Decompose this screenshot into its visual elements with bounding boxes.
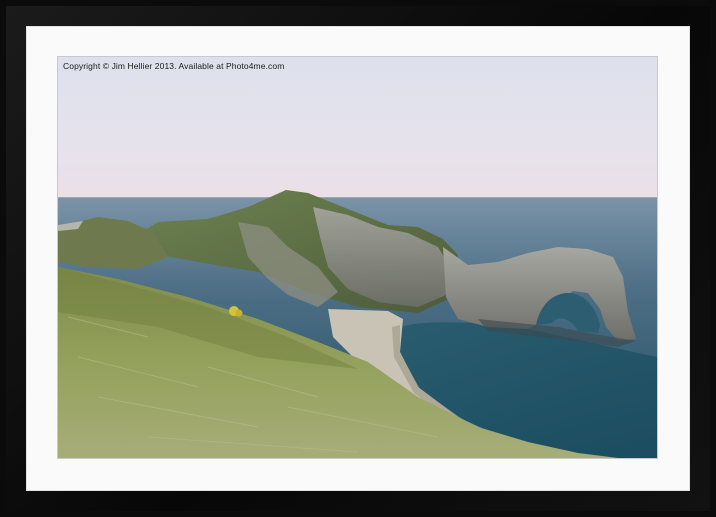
sky bbox=[58, 57, 657, 199]
coastal-arch-scene bbox=[58, 57, 657, 458]
picture-frame: Copyright © Jim Hellier 2013. Available … bbox=[0, 0, 716, 517]
landscape-photo: Copyright © Jim Hellier 2013. Available … bbox=[58, 57, 657, 458]
copyright-watermark: Copyright © Jim Hellier 2013. Available … bbox=[63, 61, 285, 71]
gorse-bush-part bbox=[235, 309, 243, 317]
